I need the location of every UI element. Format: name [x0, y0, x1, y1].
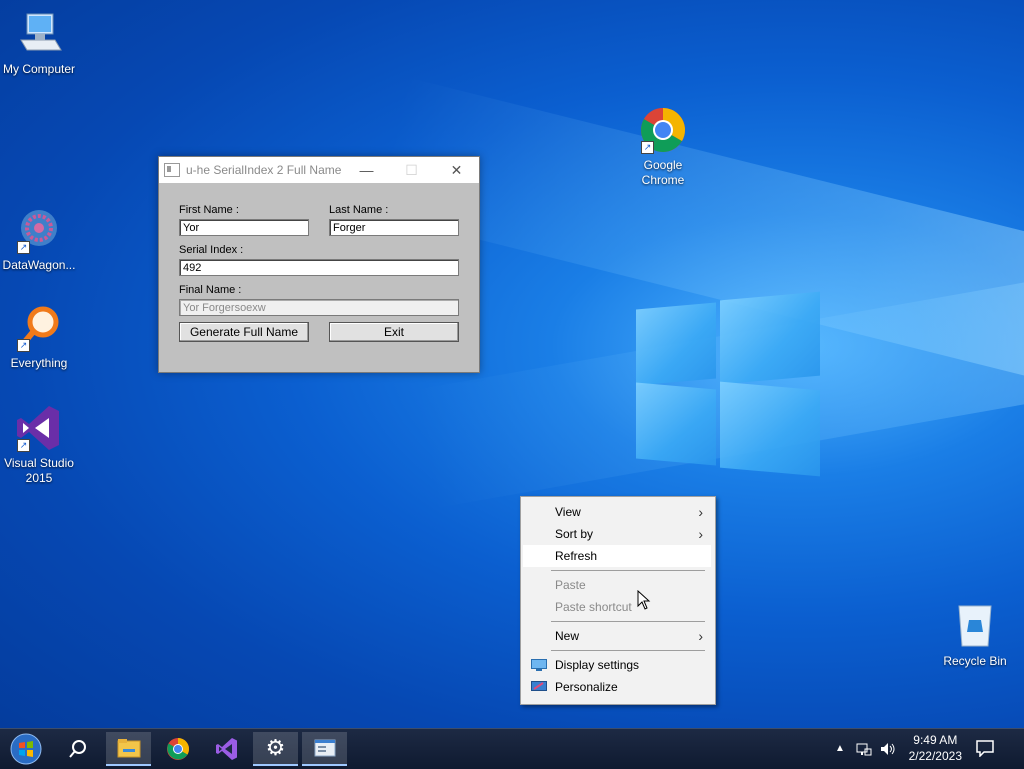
exit-button[interactable]: Exit	[329, 322, 459, 342]
app-icon	[164, 163, 180, 177]
final-name-output: Yor Forgersoexw	[179, 299, 459, 316]
menu-separator	[551, 650, 705, 651]
chevron-right-icon: ›	[698, 628, 703, 644]
windows-start-orb-icon	[10, 733, 41, 765]
desktop-icon-google-chrome[interactable]: ↗ Google Chrome	[621, 106, 705, 188]
desktop-icon-visual-studio[interactable]: ↗ Visual Studio 2015	[0, 404, 81, 486]
desktop-icon-my-computer[interactable]: My Computer	[0, 10, 81, 77]
everything-search-icon: ↗	[15, 304, 63, 352]
menu-item-label: Display settings	[555, 658, 640, 672]
folder-icon	[117, 739, 140, 758]
taskbar-visual-studio[interactable]	[204, 732, 249, 766]
menu-item-label: View	[555, 505, 581, 519]
menu-item-paste-shortcut: Paste shortcut	[523, 596, 711, 618]
datawagon-icon: ↗	[15, 206, 63, 254]
search-icon	[68, 740, 86, 758]
menu-item-label: Refresh	[555, 549, 598, 563]
desktop-icon-label: Google Chrome	[641, 158, 685, 187]
serial-index-input[interactable]: 492	[179, 259, 459, 276]
shortcut-arrow-icon: ↗	[17, 439, 30, 452]
visual-studio-icon	[215, 738, 237, 760]
first-name-input[interactable]: Yor	[179, 219, 309, 236]
windows-logo-wallpaper	[636, 290, 822, 480]
menu-item-paste: Paste	[523, 574, 711, 596]
clock-time: 9:49 AM	[913, 733, 958, 747]
clock-date: 2/22/2023	[908, 749, 962, 763]
menu-item-label: New	[555, 629, 580, 643]
taskbar-clock[interactable]: 9:49 AM 2/22/2023	[909, 732, 962, 764]
action-center-icon[interactable]	[976, 739, 994, 760]
first-name-label: First Name :	[179, 204, 239, 216]
network-icon[interactable]	[856, 741, 872, 760]
chrome-icon	[166, 738, 189, 760]
shortcut-arrow-icon: ↗	[641, 141, 654, 154]
show-hidden-icons-chevron-up-icon[interactable]: ▲	[835, 743, 845, 754]
last-name-label: Last Name :	[329, 204, 389, 216]
taskbar-chrome[interactable]	[155, 732, 200, 766]
menu-item-view[interactable]: View ›	[523, 501, 711, 523]
taskbar: ⚙ ▲ 9:49 AM 2/22/2023	[0, 728, 1024, 769]
serialindex-dialog-window: u-he SerialIndex 2 Full Name — ☐ ✕ First…	[158, 156, 480, 373]
taskbar-app-window[interactable]	[302, 732, 347, 766]
taskbar-settings[interactable]: ⚙	[253, 732, 298, 766]
serial-index-label: Serial Index :	[179, 244, 244, 256]
shortcut-arrow-icon: ↗	[17, 339, 30, 352]
chevron-right-icon: ›	[698, 504, 703, 520]
last-name-input[interactable]: Forger	[329, 219, 459, 236]
window-title: u-he SerialIndex 2 Full Name	[186, 163, 342, 177]
menu-item-refresh[interactable]: Refresh	[523, 545, 711, 567]
desktop-icon-label: Recycle Bin	[943, 654, 1007, 668]
menu-item-label: Personalize	[555, 680, 618, 694]
menu-item-sort-by[interactable]: Sort by ›	[523, 523, 711, 545]
desktop-icon-everything[interactable]: ↗ Everything	[0, 304, 81, 371]
close-button[interactable]: ✕	[434, 157, 479, 183]
taskbar-file-explorer[interactable]	[106, 732, 151, 766]
generate-full-name-button[interactable]: Generate Full Name	[179, 322, 309, 342]
desktop-icon-label: Everything	[10, 356, 68, 370]
display-settings-icon	[531, 659, 547, 671]
visual-studio-icon: ↗	[15, 404, 63, 452]
minimize-button[interactable]: —	[344, 157, 389, 183]
menu-separator	[551, 570, 705, 571]
title-bar[interactable]: u-he SerialIndex 2 Full Name — ☐ ✕	[159, 157, 479, 183]
taskbar-search-button[interactable]	[55, 732, 100, 766]
chevron-right-icon: ›	[698, 526, 703, 542]
desktop-icon-datawagon[interactable]: ↗ DataWagon...	[0, 206, 81, 273]
volume-icon[interactable]	[880, 741, 896, 760]
menu-item-label: Paste	[555, 578, 586, 592]
menu-item-new[interactable]: New ›	[523, 625, 711, 647]
menu-separator	[551, 621, 705, 622]
menu-item-display-settings[interactable]: Display settings	[523, 654, 711, 676]
desktop-context-menu: View › Sort by › Refresh Paste Paste sho…	[520, 496, 716, 705]
start-button[interactable]	[3, 732, 48, 766]
desktop-icon-label: Visual Studio 2015	[4, 456, 74, 485]
desktop-icon-label: My Computer	[2, 62, 76, 76]
final-name-label: Final Name :	[179, 284, 242, 296]
shortcut-arrow-icon: ↗	[17, 241, 30, 254]
menu-item-label: Sort by	[555, 527, 594, 541]
desktop-icon-label: DataWagon...	[2, 258, 76, 272]
computer-icon	[15, 10, 63, 58]
mouse-cursor-icon	[637, 590, 651, 610]
recycle-bin-icon	[951, 602, 999, 650]
chrome-icon: ↗	[639, 106, 687, 154]
desktop-icon-recycle-bin[interactable]: Recycle Bin	[933, 602, 1017, 669]
gear-icon: ⚙	[265, 735, 286, 760]
personalize-icon	[531, 681, 547, 691]
menu-item-personalize[interactable]: Personalize	[523, 676, 711, 698]
menu-item-label: Paste shortcut	[555, 600, 632, 614]
app-window-icon	[314, 739, 335, 757]
maximize-button: ☐	[405, 161, 418, 178]
